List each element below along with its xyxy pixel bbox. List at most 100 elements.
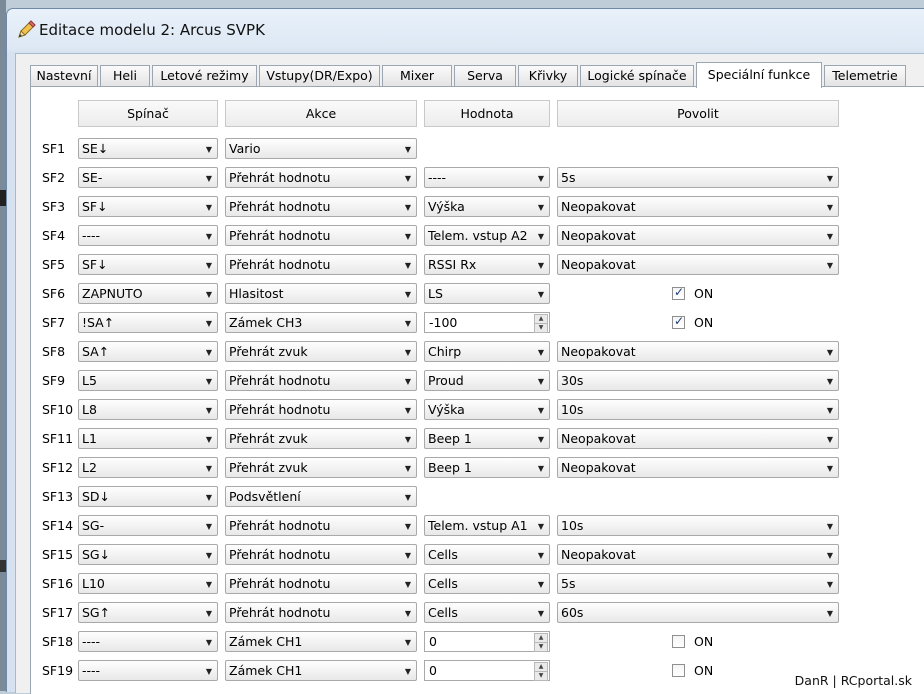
switch-select[interactable]: L10 ▼ (78, 573, 218, 594)
chevron-down-icon: ▼ (205, 348, 212, 357)
spin-down-icon[interactable]: ▼ (534, 642, 548, 652)
tab-8[interactable]: Logické spínače (580, 65, 694, 86)
switch-select[interactable]: L5 ▼ (78, 370, 218, 391)
title-bar[interactable]: Editace modelu 2: Arcus SVPK (7, 9, 924, 51)
switch-select[interactable]: SG- ▼ (78, 515, 218, 536)
action-select-value: Zámek CH1 (229, 663, 303, 678)
action-select[interactable]: Přehrát hodnotu ▼ (225, 225, 417, 246)
value-select[interactable]: Proud ▼ (424, 370, 550, 391)
action-select[interactable]: Přehrát hodnotu ▼ (225, 370, 417, 391)
action-select[interactable]: Přehrát hodnotu ▼ (225, 544, 417, 565)
value-select[interactable]: Cells ▼ (424, 544, 550, 565)
column-header-action[interactable]: Akce (225, 100, 417, 127)
switch-select[interactable]: !SA↑ ▼ (78, 312, 218, 333)
switch-select[interactable]: L8 ▼ (78, 399, 218, 420)
checkbox-checked[interactable]: ✓ (672, 314, 685, 329)
enable-select[interactable]: Neopakovat ▼ (557, 428, 839, 449)
value-spinbox[interactable]: -100 ▲ ▼ (424, 312, 550, 333)
value-select[interactable]: Výška ▼ (424, 399, 550, 420)
switch-select[interactable]: ---- ▼ (78, 631, 218, 652)
enable-select[interactable]: Neopakovat ▼ (557, 254, 839, 275)
action-select[interactable]: Přehrát hodnotu ▼ (225, 573, 417, 594)
enable-select[interactable]: 10s ▼ (557, 399, 839, 420)
row-label: SF13 (42, 489, 74, 504)
tab-6[interactable]: Serva (454, 65, 516, 86)
enable-select[interactable]: 60s ▼ (557, 602, 839, 623)
enable-select[interactable]: 10s ▼ (557, 515, 839, 536)
action-select[interactable]: Přehrát hodnotu ▼ (225, 254, 417, 275)
switch-select[interactable]: SG↑ ▼ (78, 602, 218, 623)
value-select[interactable]: Výška ▼ (424, 196, 550, 217)
chevron-down-icon: ▼ (205, 464, 212, 473)
action-select[interactable]: Přehrát hodnotu ▼ (225, 515, 417, 536)
action-select[interactable]: Přehrát hodnotu ▼ (225, 167, 417, 188)
chevron-down-icon: ▼ (404, 464, 411, 473)
action-select[interactable]: Zámek CH1 ▼ (225, 631, 417, 652)
row-label: SF10 (42, 402, 74, 417)
switch-select[interactable]: ---- ▼ (78, 660, 218, 681)
tab-3[interactable]: Letové režimy (152, 65, 257, 86)
value-select[interactable]: Cells ▼ (424, 602, 550, 623)
value-select[interactable]: Telem. vstup A2 ▼ (424, 225, 550, 246)
enable-select[interactable]: 5s ▼ (557, 167, 839, 188)
enable-select[interactable]: Neopakovat ▼ (557, 196, 839, 217)
action-select[interactable]: Zámek CH3 ▼ (225, 312, 417, 333)
enable-select[interactable]: 5s ▼ (557, 573, 839, 594)
checkbox-checked[interactable]: ✓ (672, 285, 685, 300)
value-spinbox[interactable]: 0 ▲ ▼ (424, 631, 550, 652)
switch-select[interactable]: L1 ▼ (78, 428, 218, 449)
action-select[interactable]: Přehrát hodnotu ▼ (225, 602, 417, 623)
tab-10[interactable]: Telemetrie (824, 65, 906, 86)
tab-1[interactable]: Nastevní (30, 65, 98, 86)
tab-5[interactable]: Mixer (382, 65, 452, 86)
tab-2[interactable]: Heli (100, 65, 150, 86)
action-select[interactable]: Zámek CH1 ▼ (225, 660, 417, 681)
enable-select[interactable]: 30s ▼ (557, 370, 839, 391)
chevron-down-icon: ▼ (205, 638, 212, 647)
action-select[interactable]: Hlasitost ▼ (225, 283, 417, 304)
value-select[interactable]: RSSI Rx ▼ (424, 254, 550, 275)
value-select[interactable]: Beep 1 ▼ (424, 457, 550, 478)
value-select[interactable]: Cells ▼ (424, 573, 550, 594)
enable-select[interactable]: Neopakovat ▼ (557, 341, 839, 362)
enable-select[interactable]: Neopakovat ▼ (557, 544, 839, 565)
switch-select[interactable]: SE- ▼ (78, 167, 218, 188)
switch-select[interactable]: SE↓ ▼ (78, 138, 218, 159)
action-select[interactable]: Přehrát zvuk ▼ (225, 428, 417, 449)
checkbox-unchecked[interactable] (672, 664, 685, 677)
action-select[interactable]: Přehrát zvuk ▼ (225, 457, 417, 478)
action-select[interactable]: Přehrát hodnotu ▼ (225, 196, 417, 217)
enable-select[interactable]: Neopakovat ▼ (557, 225, 839, 246)
action-select[interactable]: Přehrát hodnotu ▼ (225, 399, 417, 420)
value-select[interactable]: Beep 1 ▼ (424, 428, 550, 449)
tab-4[interactable]: Vstupy(DR/Expo) (259, 65, 380, 86)
switch-select[interactable]: SA↑ ▼ (78, 341, 218, 362)
value-select[interactable]: Chirp ▼ (424, 341, 550, 362)
tab-9[interactable]: Speciální funkce (696, 62, 822, 88)
column-header-enable[interactable]: Povolit (557, 100, 839, 127)
value-select[interactable]: Telem. vstup A1 ▼ (424, 515, 550, 536)
value-select[interactable]: ---- ▼ (424, 167, 550, 188)
enable-select[interactable]: Neopakovat ▼ (557, 457, 839, 478)
switch-select[interactable]: SD↓ ▼ (78, 486, 218, 507)
chevron-down-icon: ▼ (404, 377, 411, 386)
value-spinbox[interactable]: 0 ▲ ▼ (424, 660, 550, 681)
action-select[interactable]: Přehrát zvuk ▼ (225, 341, 417, 362)
spin-down-icon[interactable]: ▼ (534, 671, 548, 681)
action-select[interactable]: Vario ▼ (225, 138, 417, 159)
value-select[interactable]: LS ▼ (424, 283, 550, 304)
tab-7[interactable]: Křivky (518, 65, 578, 86)
checkbox-unchecked[interactable] (672, 635, 685, 648)
switch-select[interactable]: ---- ▼ (78, 225, 218, 246)
action-select[interactable]: Podsvětlení ▼ (225, 486, 417, 507)
switch-select[interactable]: SF↓ ▼ (78, 196, 218, 217)
spin-down-icon[interactable]: ▼ (534, 323, 548, 333)
switch-select[interactable]: ZAPNUTO ▼ (78, 283, 218, 304)
column-header-switch[interactable]: Spínač (78, 100, 218, 127)
switch-select[interactable]: L2 ▼ (78, 457, 218, 478)
value-select-value: Cells (428, 576, 458, 591)
switch-select[interactable]: SF↓ ▼ (78, 254, 218, 275)
value-select-value: Telem. vstup A2 (428, 228, 528, 243)
switch-select[interactable]: SG↓ ▼ (78, 544, 218, 565)
column-header-value[interactable]: Hodnota (424, 100, 550, 127)
